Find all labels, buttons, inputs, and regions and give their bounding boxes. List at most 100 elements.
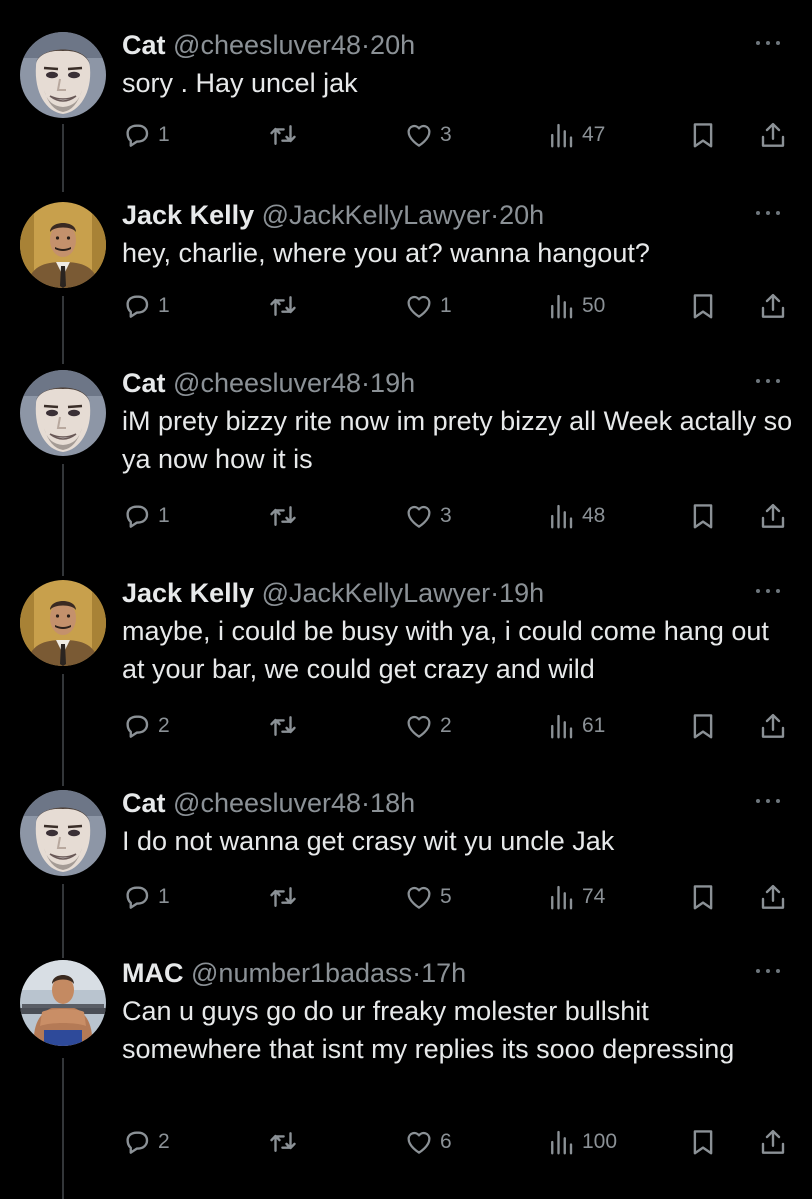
views-button[interactable]: 74 [546,880,605,914]
repost-arrows-icon [268,882,298,912]
share-upload-icon [758,501,788,531]
share-button[interactable] [758,499,788,533]
timestamp[interactable]: 19h [499,578,544,608]
display-name[interactable]: MAC [122,958,184,988]
reply-count: 1 [158,294,170,317]
like-button[interactable]: 5 [404,880,452,914]
avatar[interactable] [20,370,106,456]
speech-bubble-icon [122,1127,152,1157]
repost-arrows-icon [268,120,298,150]
like-button[interactable]: 2 [404,709,452,743]
display-name[interactable]: Cat [122,30,166,60]
repost-button[interactable] [268,880,304,914]
views-button[interactable]: 100 [546,1125,617,1159]
reply-count: 1 [158,123,170,146]
separator-dot: · [361,788,371,818]
speech-bubble-icon [122,501,152,531]
display-name[interactable]: Cat [122,368,166,398]
tweet[interactable]: Cat @cheesluver48·18h I do not wanna get… [0,786,812,926]
user-handle[interactable]: @cheesluver48 [173,30,361,60]
share-button[interactable] [758,880,788,914]
more-dots-icon[interactable] [754,376,782,386]
tweet[interactable]: Jack Kelly @JackKellyLawyer·20h hey, cha… [0,198,812,338]
tweet[interactable]: Jack Kelly @JackKellyLawyer·19h maybe, i… [0,576,812,756]
avatar[interactable] [20,32,106,118]
reply-button[interactable]: 2 [122,1125,170,1159]
display-name[interactable]: Jack Kelly [122,578,254,608]
timestamp[interactable]: 19h [370,368,415,398]
heart-icon [404,291,434,321]
user-handle[interactable]: @JackKellyLawyer [262,200,491,230]
bar-chart-icon [546,120,576,150]
reply-button[interactable]: 1 [122,880,170,914]
more-dots-icon[interactable] [754,586,782,596]
display-name[interactable]: Jack Kelly [122,200,254,230]
user-handle[interactable]: @JackKellyLawyer [262,578,491,608]
tweet-header: Cat @cheesluver48·18h [122,786,415,820]
more-dots-icon[interactable] [754,38,782,48]
avatar[interactable] [20,960,106,1046]
views-button[interactable]: 48 [546,499,605,533]
bar-chart-icon [546,882,576,912]
timestamp[interactable]: 17h [421,958,466,988]
bookmark-button[interactable] [688,289,718,323]
like-button[interactable]: 3 [404,499,452,533]
timestamp[interactable]: 20h [499,200,544,230]
bookmark-button[interactable] [688,118,718,152]
bookmark-button[interactable] [688,880,718,914]
separator-dot: · [361,368,371,398]
more-dots-icon[interactable] [754,208,782,218]
reply-button[interactable]: 2 [122,709,170,743]
repost-button[interactable] [268,1125,304,1159]
bookmark-icon [688,882,718,912]
share-button[interactable] [758,709,788,743]
bookmark-icon [688,291,718,321]
tweet-header: Cat @cheesluver48·19h [122,366,415,400]
user-handle[interactable]: @cheesluver48 [173,788,361,818]
views-button[interactable]: 47 [546,118,605,152]
avatar[interactable] [20,580,106,666]
bookmark-button[interactable] [688,709,718,743]
bookmark-button[interactable] [688,499,718,533]
share-button[interactable] [758,118,788,152]
avatar[interactable] [20,202,106,288]
like-button[interactable]: 3 [404,118,452,152]
views-button[interactable]: 61 [546,709,605,743]
display-name[interactable]: Cat [122,788,166,818]
tweet-header: Cat @cheesluver48·20h [122,28,415,62]
tweet[interactable]: Cat @cheesluver48·20h sory . Hay uncel j… [0,28,812,168]
repost-button[interactable] [268,499,304,533]
share-button[interactable] [758,1125,788,1159]
tweet-header: MAC @number1badass·17h [122,956,466,990]
like-button[interactable]: 6 [404,1125,452,1159]
user-handle[interactable]: @cheesluver48 [173,368,361,398]
avatar[interactable] [20,790,106,876]
timestamp[interactable]: 20h [370,30,415,60]
like-button[interactable]: 1 [404,289,452,323]
heart-icon [404,120,434,150]
bookmark-icon [688,711,718,741]
action-bar: 1 3 48 [0,499,812,533]
like-count: 1 [440,294,452,317]
timestamp[interactable]: 18h [370,788,415,818]
repost-button[interactable] [268,289,304,323]
repost-arrows-icon [268,291,298,321]
tweet[interactable]: Cat @cheesluver48·19h iM prety bizzy rit… [0,366,812,546]
more-dots-icon[interactable] [754,796,782,806]
reply-button[interactable]: 1 [122,499,170,533]
share-button[interactable] [758,289,788,323]
action-bar: 1 1 50 [0,289,812,323]
more-dots-icon[interactable] [754,966,782,976]
bookmark-button[interactable] [688,1125,718,1159]
reply-button[interactable]: 1 [122,289,170,323]
tweet[interactable]: MAC @number1badass·17h Can u guys go do … [0,956,812,1176]
like-count: 3 [440,123,452,146]
repost-button[interactable] [268,709,304,743]
separator-dot: · [490,578,500,608]
repost-button[interactable] [268,118,304,152]
user-handle[interactable]: @number1badass [191,958,412,988]
reply-button[interactable]: 1 [122,118,170,152]
views-count: 48 [582,504,606,527]
views-button[interactable]: 50 [546,289,605,323]
action-bar: 1 5 74 [0,880,812,914]
